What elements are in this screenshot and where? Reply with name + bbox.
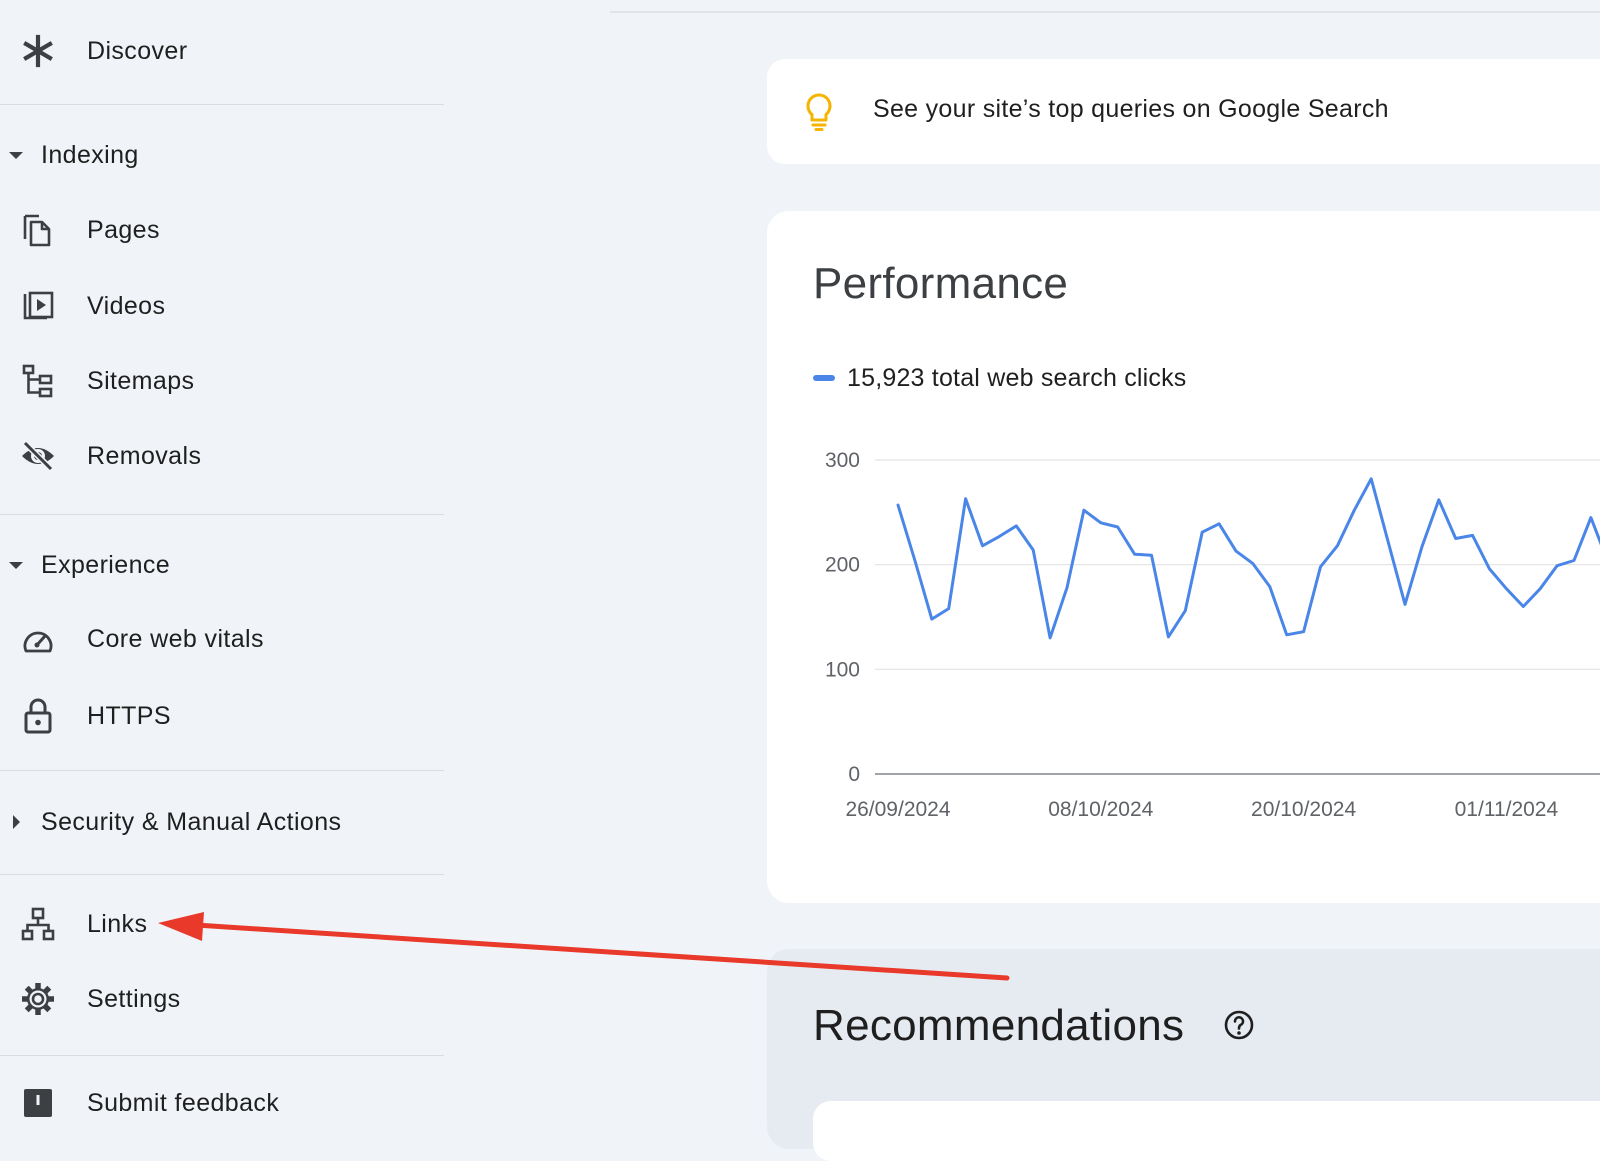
sidebar-item-discover[interactable]: Discover bbox=[0, 21, 444, 81]
y-tick-label: 0 bbox=[848, 763, 860, 786]
recommendations-panel: Recommendations bbox=[767, 949, 1600, 1161]
feedback-icon bbox=[20, 1085, 56, 1121]
x-tick-label: 20/10/2024 bbox=[1251, 798, 1356, 821]
section-security-manual-actions[interactable]: Security & Manual Actions bbox=[0, 796, 444, 848]
sidebar-item-label: Core web vitals bbox=[87, 624, 264, 653]
sidebar-item-https[interactable]: HTTPS bbox=[0, 686, 444, 746]
section-experience[interactable]: Experience bbox=[0, 539, 444, 591]
series-line bbox=[896, 477, 1600, 640]
sidebar-item-label: Settings bbox=[87, 984, 181, 1013]
lock-icon bbox=[20, 698, 56, 734]
divider bbox=[0, 770, 444, 771]
y-tick-label: 300 bbox=[825, 449, 860, 472]
sidebar-item-label: HTTPS bbox=[87, 701, 171, 730]
sidebar-item-label: Pages bbox=[87, 215, 160, 244]
performance-chart: 0 100 200 300 26/09/2024 08/10/2024 20/10/2024… bbox=[825, 449, 1600, 821]
y-tick-label: 100 bbox=[825, 658, 860, 681]
section-indexing[interactable]: Indexing bbox=[0, 129, 444, 181]
sidebar-item-settings[interactable]: Settings bbox=[0, 969, 444, 1029]
performance-card: Performance 15,923 total web search clic… bbox=[767, 211, 1600, 903]
section-title: Experience bbox=[41, 550, 171, 579]
sidebar-item-submit-feedback[interactable]: Submit feedback bbox=[0, 1073, 444, 1133]
sidebar-item-core-web-vitals[interactable]: Core web vitals bbox=[0, 609, 444, 669]
x-tick-label: 01/11/2024 bbox=[1455, 798, 1559, 821]
tip-card[interactable]: See your site’s top queries on Google Se… bbox=[767, 59, 1600, 164]
sidebar-item-removals[interactable]: Removals bbox=[0, 426, 444, 486]
sidebar-item-label: Videos bbox=[87, 291, 166, 320]
sidebar-item-label: Discover bbox=[87, 36, 188, 65]
sidebar-item-links[interactable]: Links bbox=[0, 894, 444, 954]
divider bbox=[0, 1055, 444, 1056]
sidebar-item-videos[interactable]: Videos bbox=[0, 276, 444, 336]
header-divider bbox=[610, 11, 1600, 13]
sidebar-item-label: Removals bbox=[87, 441, 202, 470]
sidebar-item-label: Sitemaps bbox=[87, 366, 195, 395]
lightbulb-icon bbox=[806, 93, 832, 131]
y-tick-label: 200 bbox=[825, 554, 860, 577]
tip-text: See your site’s top queries on Google Se… bbox=[873, 95, 1389, 123]
help-circle-icon[interactable] bbox=[1223, 1009, 1255, 1041]
gauge-icon bbox=[20, 621, 56, 657]
pages-icon bbox=[20, 212, 56, 248]
section-title: Indexing bbox=[41, 140, 139, 169]
sidebar: Discover Indexing Pages Videos Sitemaps … bbox=[0, 0, 444, 1117]
caret-down-icon bbox=[9, 562, 23, 569]
divider bbox=[0, 874, 444, 875]
section-title: Security & Manual Actions bbox=[41, 807, 342, 836]
sidebar-item-pages[interactable]: Pages bbox=[0, 200, 444, 260]
recommendations-title: Recommendations bbox=[813, 1001, 1185, 1050]
sidebar-item-label: Submit feedback bbox=[87, 1088, 280, 1117]
recommendation-card[interactable] bbox=[813, 1101, 1600, 1161]
asterisk-icon bbox=[20, 33, 56, 69]
links-icon bbox=[20, 906, 56, 942]
eye-off-icon bbox=[20, 438, 56, 474]
caret-down-icon bbox=[9, 152, 23, 159]
gear-icon bbox=[20, 981, 56, 1017]
sidebar-item-sitemaps[interactable]: Sitemaps bbox=[0, 351, 444, 411]
video-icon bbox=[20, 288, 56, 324]
sidebar-item-label: Links bbox=[87, 909, 148, 938]
divider bbox=[0, 514, 444, 515]
x-tick-label: 08/10/2024 bbox=[1048, 798, 1153, 821]
divider bbox=[0, 104, 444, 105]
sitemap-icon bbox=[20, 363, 56, 399]
x-tick-label: 26/09/2024 bbox=[845, 798, 950, 821]
caret-right-icon bbox=[13, 815, 20, 829]
